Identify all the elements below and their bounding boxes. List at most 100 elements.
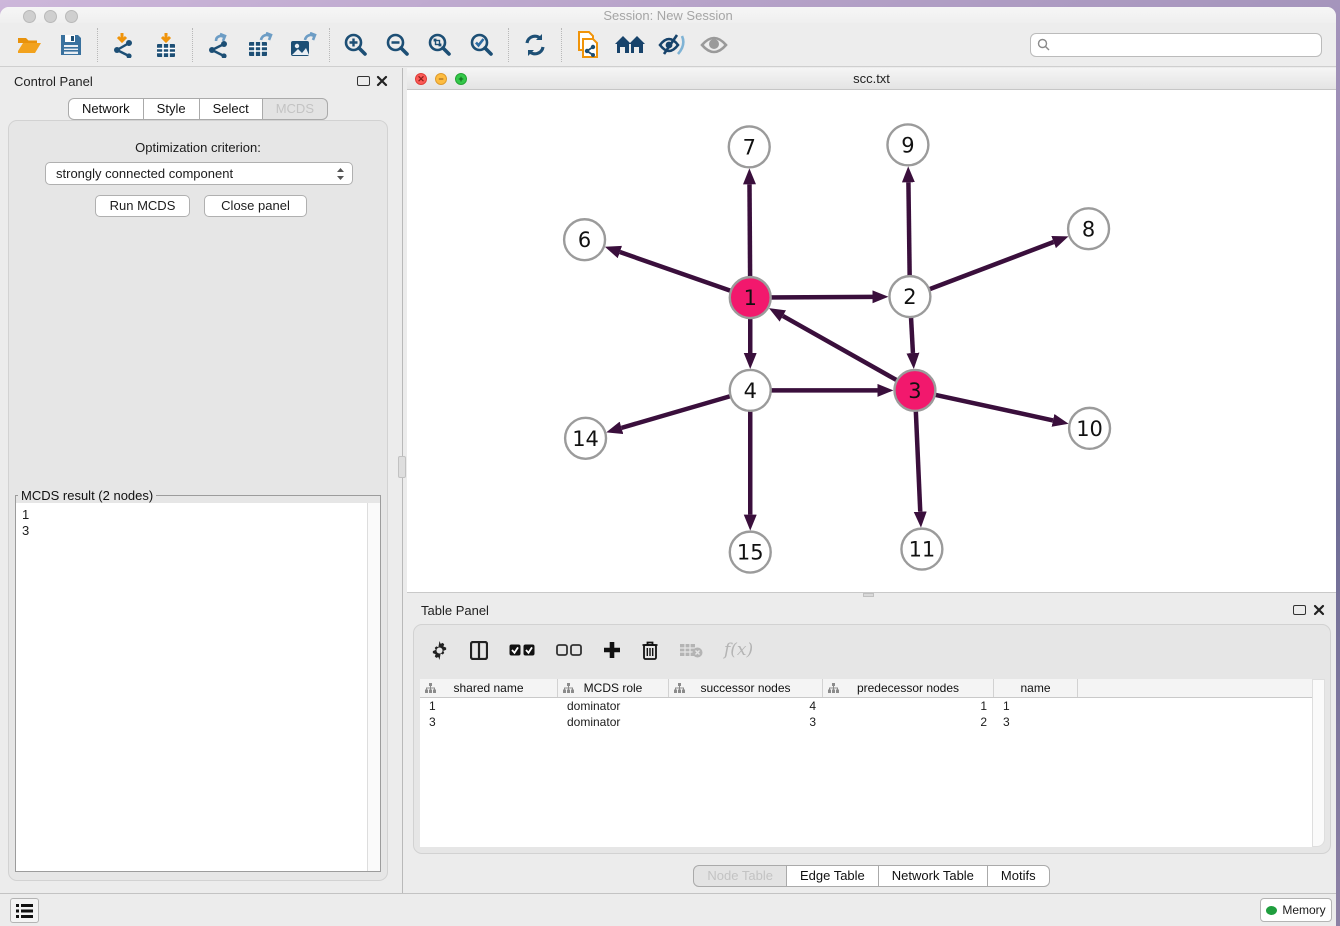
function-builder-button[interactable]: f(x) xyxy=(724,640,753,660)
show-hidden-button[interactable] xyxy=(693,27,735,63)
table-cell[interactable]: 4 xyxy=(669,698,823,714)
network-zoom-button[interactable]: + xyxy=(455,73,467,85)
export-image-icon xyxy=(289,32,317,58)
tab-motifs[interactable]: Motifs xyxy=(988,865,1050,887)
import-table-button[interactable] xyxy=(145,27,187,63)
edge-2-8[interactable] xyxy=(910,242,1054,297)
run-mcds-button[interactable]: Run MCDS xyxy=(95,195,190,217)
delete-table-button[interactable] xyxy=(679,643,703,658)
control-panel-title: Control Panel xyxy=(14,74,93,89)
table-cell[interactable]: dominator xyxy=(558,714,669,730)
close-panel-icon[interactable] xyxy=(376,75,388,87)
select-all-columns-button[interactable] xyxy=(509,644,535,657)
toolbar-separator xyxy=(508,28,509,62)
import-table-icon xyxy=(153,32,179,58)
first-neighbors-button[interactable] xyxy=(609,27,651,63)
node-label-15: 15 xyxy=(737,541,764,565)
edge-3-1[interactable] xyxy=(783,316,915,390)
criterion-dropdown[interactable]: strongly connected component xyxy=(45,162,353,185)
tab-network-table[interactable]: Network Table xyxy=(879,865,988,887)
table-cell[interactable]: 3 xyxy=(994,714,1078,730)
delete-row-button[interactable] xyxy=(642,641,658,660)
tab-network[interactable]: Network xyxy=(68,98,144,120)
table-row[interactable]: 3dominator323 xyxy=(420,714,1312,730)
vertical-splitter[interactable] xyxy=(396,68,407,893)
status-bar: Memory xyxy=(0,893,1336,926)
float-panel-icon[interactable] xyxy=(1293,605,1306,615)
table-cell[interactable]: 3 xyxy=(669,714,823,730)
window-controls xyxy=(23,10,78,23)
task-history-button[interactable] xyxy=(10,898,39,923)
export-network-button[interactable] xyxy=(198,27,240,63)
memory-label: Memory xyxy=(1282,903,1325,917)
export-network-icon xyxy=(206,32,232,58)
refresh-view-button[interactable] xyxy=(514,27,556,63)
export-table-button[interactable] xyxy=(240,27,282,63)
search-box xyxy=(1030,33,1322,57)
mcds-result-list: 1 3 xyxy=(22,507,29,539)
tab-select[interactable]: Select xyxy=(200,98,263,120)
zoom-in-button[interactable] xyxy=(335,27,377,63)
tab-style[interactable]: Style xyxy=(144,98,200,120)
optimization-criterion-label: Optimization criterion: xyxy=(9,140,387,155)
close-window-button[interactable] xyxy=(23,10,36,23)
memory-button[interactable]: Memory xyxy=(1260,898,1332,922)
maximize-window-button[interactable] xyxy=(65,10,78,23)
network-graph[interactable]: 7968124314101511 xyxy=(407,91,1336,592)
splitter-handle[interactable] xyxy=(398,456,406,478)
add-row-button[interactable] xyxy=(603,641,621,659)
close-panel-button[interactable]: Close panel xyxy=(204,195,307,217)
toggle-columns-button[interactable] xyxy=(470,641,488,660)
open-session-button[interactable] xyxy=(8,27,50,63)
duplicate-network-icon xyxy=(575,31,601,59)
memory-status-dot xyxy=(1266,906,1277,915)
table-cell[interactable]: 3 xyxy=(420,714,558,730)
column-header-name[interactable]: name xyxy=(994,679,1078,697)
zoom-selected-icon xyxy=(469,32,495,58)
tab-edge-table[interactable]: Edge Table xyxy=(787,865,879,887)
toolbar-separator xyxy=(329,28,330,62)
node-table-card: f(x) shared nameMCDS rolesuccessor nodes… xyxy=(413,624,1331,854)
column-header-predecessor-nodes[interactable]: predecessor nodes xyxy=(823,679,994,697)
tab-node-table[interactable]: Node Table xyxy=(693,865,787,887)
column-header-shared-name[interactable]: shared name xyxy=(420,679,558,697)
table-cell[interactable]: 1 xyxy=(420,698,558,714)
export-table-icon xyxy=(247,32,275,58)
column-header-MCDS-role[interactable]: MCDS role xyxy=(558,679,669,697)
node-label-1: 1 xyxy=(744,286,757,310)
export-image-button[interactable] xyxy=(282,27,324,63)
table-settings-button[interactable] xyxy=(430,641,449,660)
tab-mcds[interactable]: MCDS xyxy=(263,98,328,120)
list-icon xyxy=(16,904,33,918)
table-cell[interactable]: 1 xyxy=(823,698,994,714)
save-session-button[interactable] xyxy=(50,27,92,63)
deselect-all-columns-button[interactable] xyxy=(556,644,582,657)
control-panel: Control Panel NetworkStyleSelectMCDS Opt… xyxy=(0,68,396,893)
network-view-window: ✕ − + scc.txt 7968124314101511 xyxy=(407,68,1336,593)
table-cell[interactable]: 2 xyxy=(823,714,994,730)
node-table[interactable]: shared nameMCDS rolesuccessor nodesprede… xyxy=(420,679,1312,847)
zoom-fit-button[interactable] xyxy=(419,27,461,63)
network-close-button[interactable]: ✕ xyxy=(415,73,427,85)
column-flow-icon xyxy=(425,683,436,693)
float-panel-icon[interactable] xyxy=(357,76,370,86)
table-cell[interactable]: dominator xyxy=(558,698,669,714)
hide-selected-button[interactable] xyxy=(651,27,693,63)
zoom-out-button[interactable] xyxy=(377,27,419,63)
import-network-button[interactable] xyxy=(103,27,145,63)
zoom-selected-button[interactable] xyxy=(461,27,503,63)
minimize-window-button[interactable] xyxy=(44,10,57,23)
new-network-from-selection-button[interactable] xyxy=(567,27,609,63)
close-panel-icon[interactable] xyxy=(1313,604,1325,616)
column-header-successor-nodes[interactable]: successor nodes xyxy=(669,679,823,697)
node-label-11: 11 xyxy=(909,538,936,562)
table-row[interactable]: 1dominator411 xyxy=(420,698,1312,714)
session-title: Session: New Session xyxy=(0,7,1336,24)
network-window-titlebar: ✕ − + scc.txt xyxy=(407,68,1336,90)
search-input[interactable] xyxy=(1055,38,1315,52)
network-canvas[interactable]: 7968124314101511 xyxy=(407,91,1336,592)
table-scrollbar[interactable] xyxy=(1312,679,1325,847)
table-cell[interactable]: 1 xyxy=(994,698,1078,714)
result-scrollbar[interactable] xyxy=(367,503,380,871)
network-minimize-button[interactable]: − xyxy=(435,73,447,85)
